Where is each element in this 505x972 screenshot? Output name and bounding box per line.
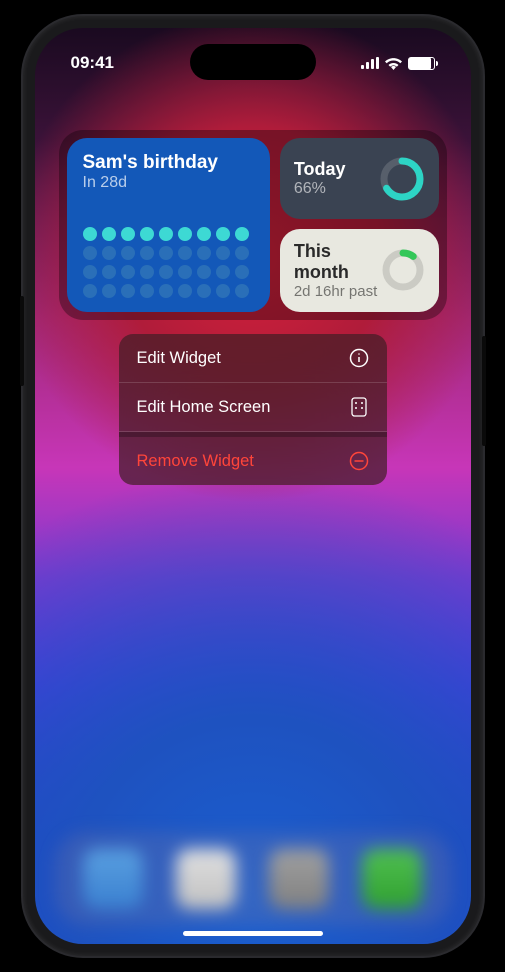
month-progress-ring [381,248,425,294]
remove-icon [349,451,369,471]
month-widget[interactable]: This month 2d 16hr past [280,229,439,312]
status-time: 09:41 [71,53,114,73]
info-icon [349,348,369,368]
month-value: 2d 16hr past [294,283,381,300]
month-title: This month [294,241,381,283]
apps-icon [349,397,369,417]
home-indicator[interactable] [183,931,323,936]
today-title: Today [294,159,346,180]
phone-frame: 09:41 Sam's birthday In 28d [23,16,483,956]
context-menu: Edit Widget Edit Home Screen Remove Widg… [119,334,387,485]
dynamic-island [190,44,316,80]
dock-app-1[interactable] [83,849,143,909]
dock-app-2[interactable] [176,849,236,909]
dock-app-3[interactable] [269,849,329,909]
countdown-widget[interactable]: Sam's birthday In 28d [67,138,270,312]
edit-widget-label: Edit Widget [137,349,221,368]
widget-stack[interactable]: Sam's birthday In 28d Today 66% [59,130,447,320]
countdown-dot-grid [83,227,254,298]
today-progress-ring [379,156,425,202]
remove-widget-item[interactable]: Remove Widget [119,437,387,485]
remove-widget-label: Remove Widget [137,452,254,471]
cellular-signal-icon [361,57,379,69]
countdown-subtitle: In 28d [83,174,254,192]
edit-widget-item[interactable]: Edit Widget [119,334,387,383]
edit-home-label: Edit Home Screen [137,398,271,417]
today-widget[interactable]: Today 66% [280,138,439,219]
today-value: 66% [294,180,346,198]
wifi-icon [385,57,402,70]
status-icons [361,57,435,70]
dock-app-4[interactable] [362,849,422,909]
dock[interactable] [55,832,451,926]
battery-icon [408,57,435,70]
screen: 09:41 Sam's birthday In 28d [35,28,471,944]
edit-home-screen-item[interactable]: Edit Home Screen [119,383,387,432]
countdown-title: Sam's birthday [83,152,254,174]
